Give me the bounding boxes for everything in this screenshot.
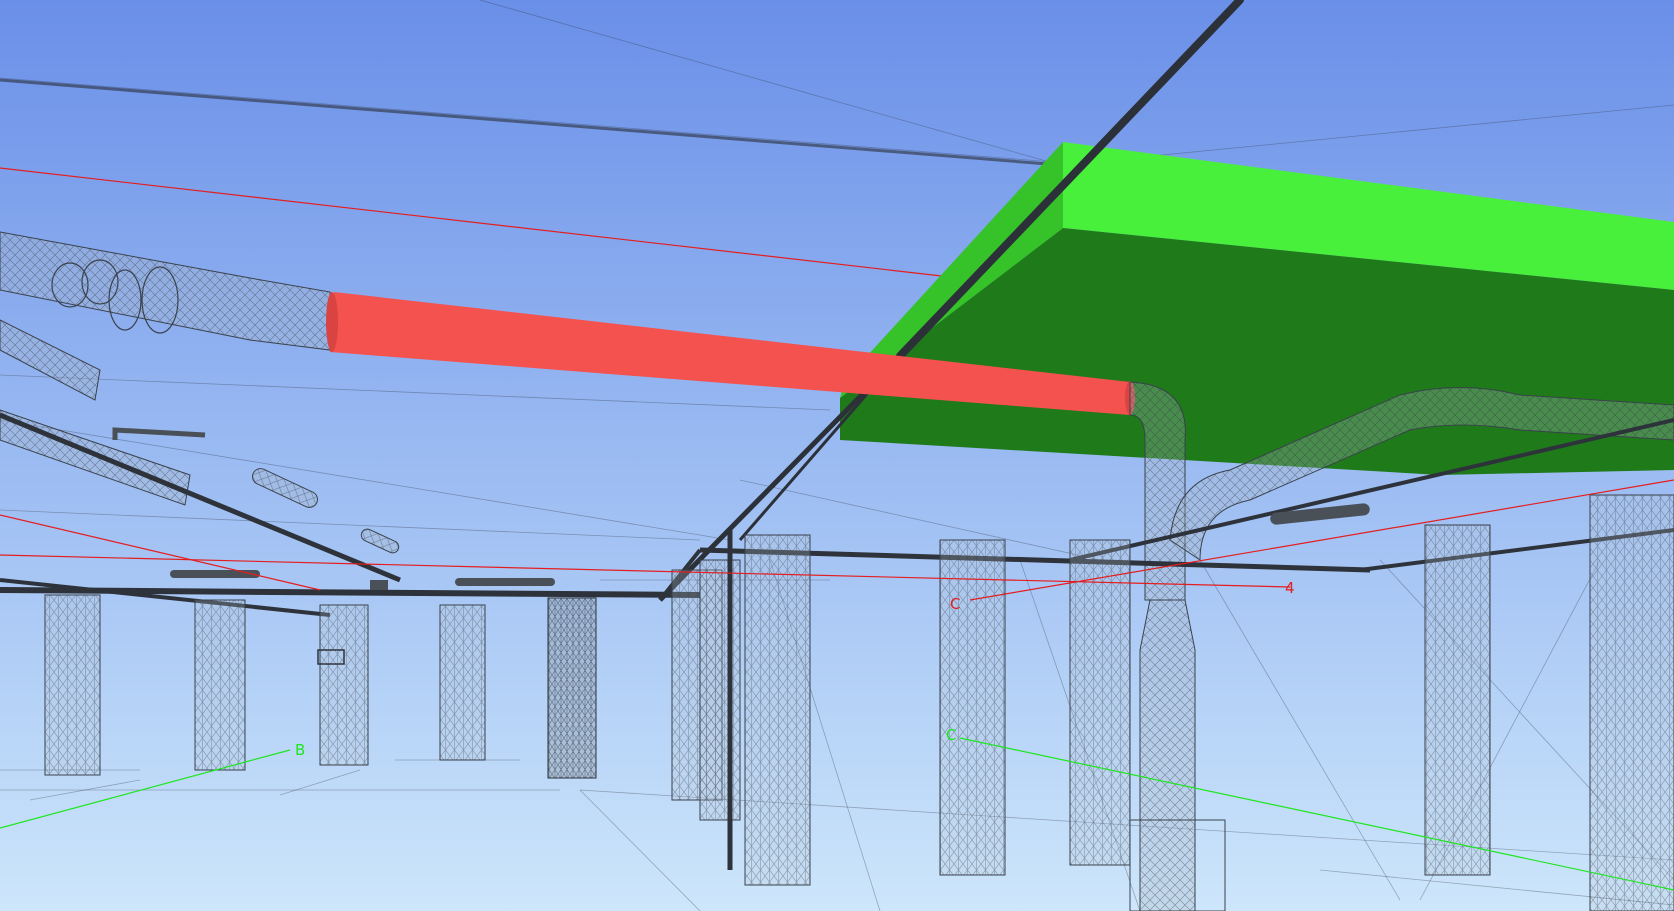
column — [1589, 494, 1674, 911]
column — [194, 599, 246, 771]
column — [699, 559, 741, 821]
grid-label-green-b: B — [295, 741, 305, 759]
column — [547, 597, 597, 779]
column — [744, 534, 811, 886]
grid-label-red-c: C — [950, 595, 960, 613]
grid-label-green-c: C — [946, 726, 956, 744]
column — [1069, 539, 1131, 866]
column — [1424, 524, 1491, 876]
grid-label-red-4: 4 — [1285, 579, 1295, 597]
column — [939, 539, 1006, 876]
3d-model-viewport[interactable]: C 4 B C — [0, 0, 1674, 911]
column — [439, 604, 486, 761]
column — [319, 604, 369, 766]
column — [44, 594, 101, 776]
